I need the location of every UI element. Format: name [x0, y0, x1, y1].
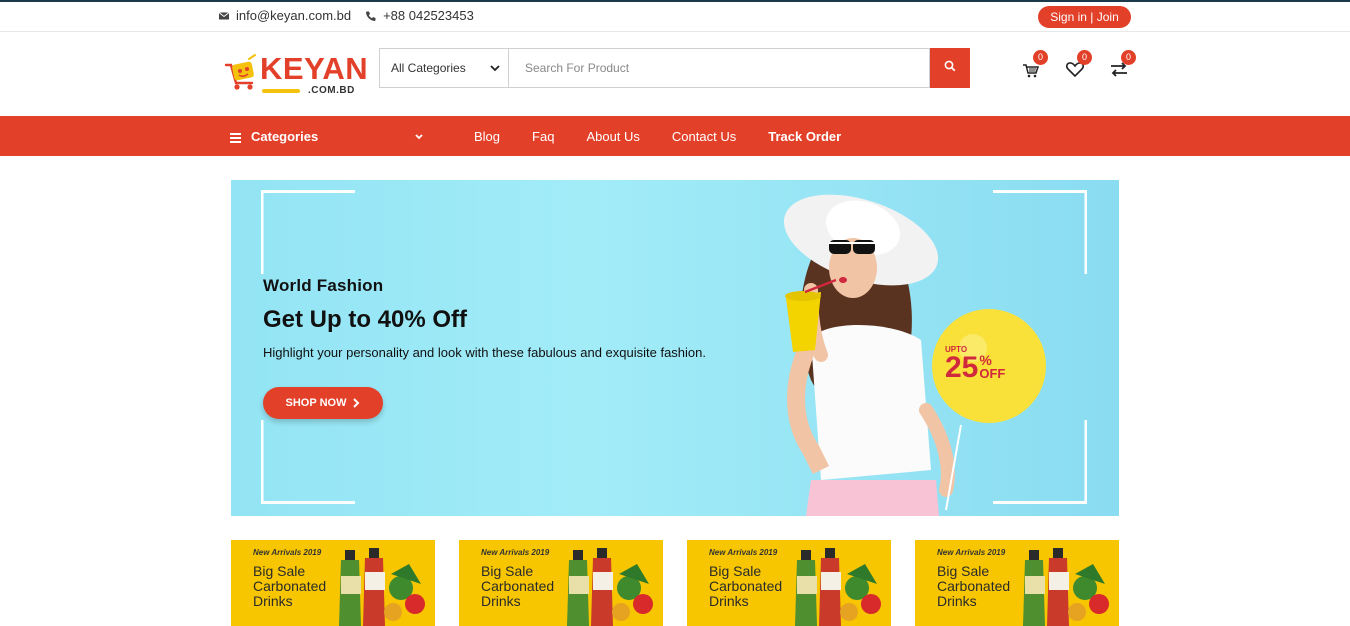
shop-now-button[interactable]: SHOP NOW [263, 387, 383, 419]
nav-link-contact-us[interactable]: Contact Us [656, 129, 752, 144]
envelope-icon [218, 10, 230, 22]
promo-tagline: New Arrivals 2019 [709, 548, 778, 557]
hero-headline: Get Up to 40% Off [263, 306, 468, 333]
promo-title: Big Sale Carbonated Drinks [253, 563, 327, 609]
promo-banner[interactable]: New Arrivals 2019 Big Sale Carbonated Dr… [915, 540, 1119, 626]
compare-count-badge: 0 [1121, 50, 1136, 65]
chevron-down-icon [490, 61, 500, 75]
balloon-badge: UPTO 25 % OFF [945, 345, 1035, 384]
cart-count-badge: 0 [1033, 50, 1048, 65]
promo-banners: New Arrivals 2019 Big Sale Carbonated Dr… [231, 540, 1119, 626]
categories-label: Categories [251, 128, 319, 144]
drink-bottles-image [339, 548, 425, 626]
wishlist-button[interactable]: 0 [1064, 50, 1092, 80]
hero-eyebrow: World Fashion [263, 276, 384, 295]
nav-link-blog[interactable]: Blog [458, 129, 516, 144]
hero-description: Highlight your personality and look with… [263, 345, 706, 360]
promo-banner[interactable]: New Arrivals 2019 Big Sale Carbonated Dr… [231, 540, 435, 626]
balloon-off: OFF [979, 366, 1006, 381]
nav-link-about-us[interactable]: About Us [570, 129, 655, 144]
contact-email[interactable]: info@keyan.com.bd [236, 8, 351, 23]
heart-icon [1064, 62, 1086, 84]
drink-bottles-image [1023, 548, 1109, 626]
sign-in-join-button[interactable]: Sign in | Join [1038, 6, 1131, 28]
category-select[interactable]: All Categories [379, 48, 508, 88]
logo-domain: .COM.BD [308, 85, 355, 96]
menu-icon [230, 131, 241, 143]
category-select-value: All Categories [391, 61, 466, 75]
hero-banner[interactable]: World Fashion Get Up to 40% Off Highligh… [231, 180, 1119, 516]
wishlist-count-badge: 0 [1077, 50, 1092, 65]
header: KEYAN .COM.BD All Categories Search For … [0, 32, 1350, 116]
promo-tagline: New Arrivals 2019 [481, 548, 550, 557]
cart-icon [1020, 64, 1042, 84]
contact-info: info@keyan.com.bd +88 042523453 [218, 8, 488, 23]
nav-links: Blog Faq About Us Contact Us Track Order [458, 116, 857, 156]
page: info@keyan.com.bd +88 042523453 Sign in … [0, 0, 1350, 626]
header-actions: 0 0 0 [1020, 50, 1152, 80]
search-bar: All Categories [379, 48, 970, 88]
drink-bottles-image [795, 548, 881, 626]
cart-button[interactable]: 0 [1020, 50, 1048, 80]
categories-dropdown[interactable]: Categories [230, 116, 426, 156]
shop-now-label: SHOP NOW [285, 397, 347, 409]
balloon-value: 25 [945, 351, 979, 384]
top-bar: info@keyan.com.bd +88 042523453 Sign in … [0, 2, 1350, 32]
nav-link-faq[interactable]: Faq [516, 129, 570, 144]
site-logo[interactable]: KEYAN .COM.BD [222, 49, 372, 99]
cart-logo-icon [222, 53, 260, 93]
promo-title: Big Sale Carbonated Drinks [709, 563, 783, 609]
chevron-right-icon [352, 398, 360, 408]
search-button[interactable] [930, 48, 970, 88]
phone-icon [365, 10, 377, 22]
promo-tagline: New Arrivals 2019 [253, 548, 322, 557]
chevron-down-icon [414, 130, 424, 140]
compare-arrows-icon [1108, 62, 1130, 84]
main-navigation: Categories Blog Faq About Us Contact Us … [0, 116, 1350, 156]
drink-bottles-image [567, 548, 653, 626]
nav-link-track-order[interactable]: Track Order [752, 129, 857, 144]
search-icon [944, 59, 956, 77]
contact-phone[interactable]: +88 042523453 [383, 8, 474, 23]
promo-title: Big Sale Carbonated Drinks [481, 563, 555, 609]
frame-corner-bottom-left [261, 420, 355, 504]
search-input[interactable] [508, 48, 930, 88]
promo-banner[interactable]: New Arrivals 2019 Big Sale Carbonated Dr… [459, 540, 663, 626]
hero-model-image: UPTO 25 % OFF [751, 180, 1119, 516]
logo-wordmark: KEYAN [260, 51, 369, 86]
promo-title: Big Sale Carbonated Drinks [937, 563, 1011, 609]
promo-banner[interactable]: New Arrivals 2019 Big Sale Carbonated Dr… [687, 540, 891, 626]
logo-underline [262, 89, 300, 93]
compare-button[interactable]: 0 [1108, 50, 1136, 80]
frame-corner-top-left [261, 190, 355, 274]
promo-tagline: New Arrivals 2019 [937, 548, 1006, 557]
